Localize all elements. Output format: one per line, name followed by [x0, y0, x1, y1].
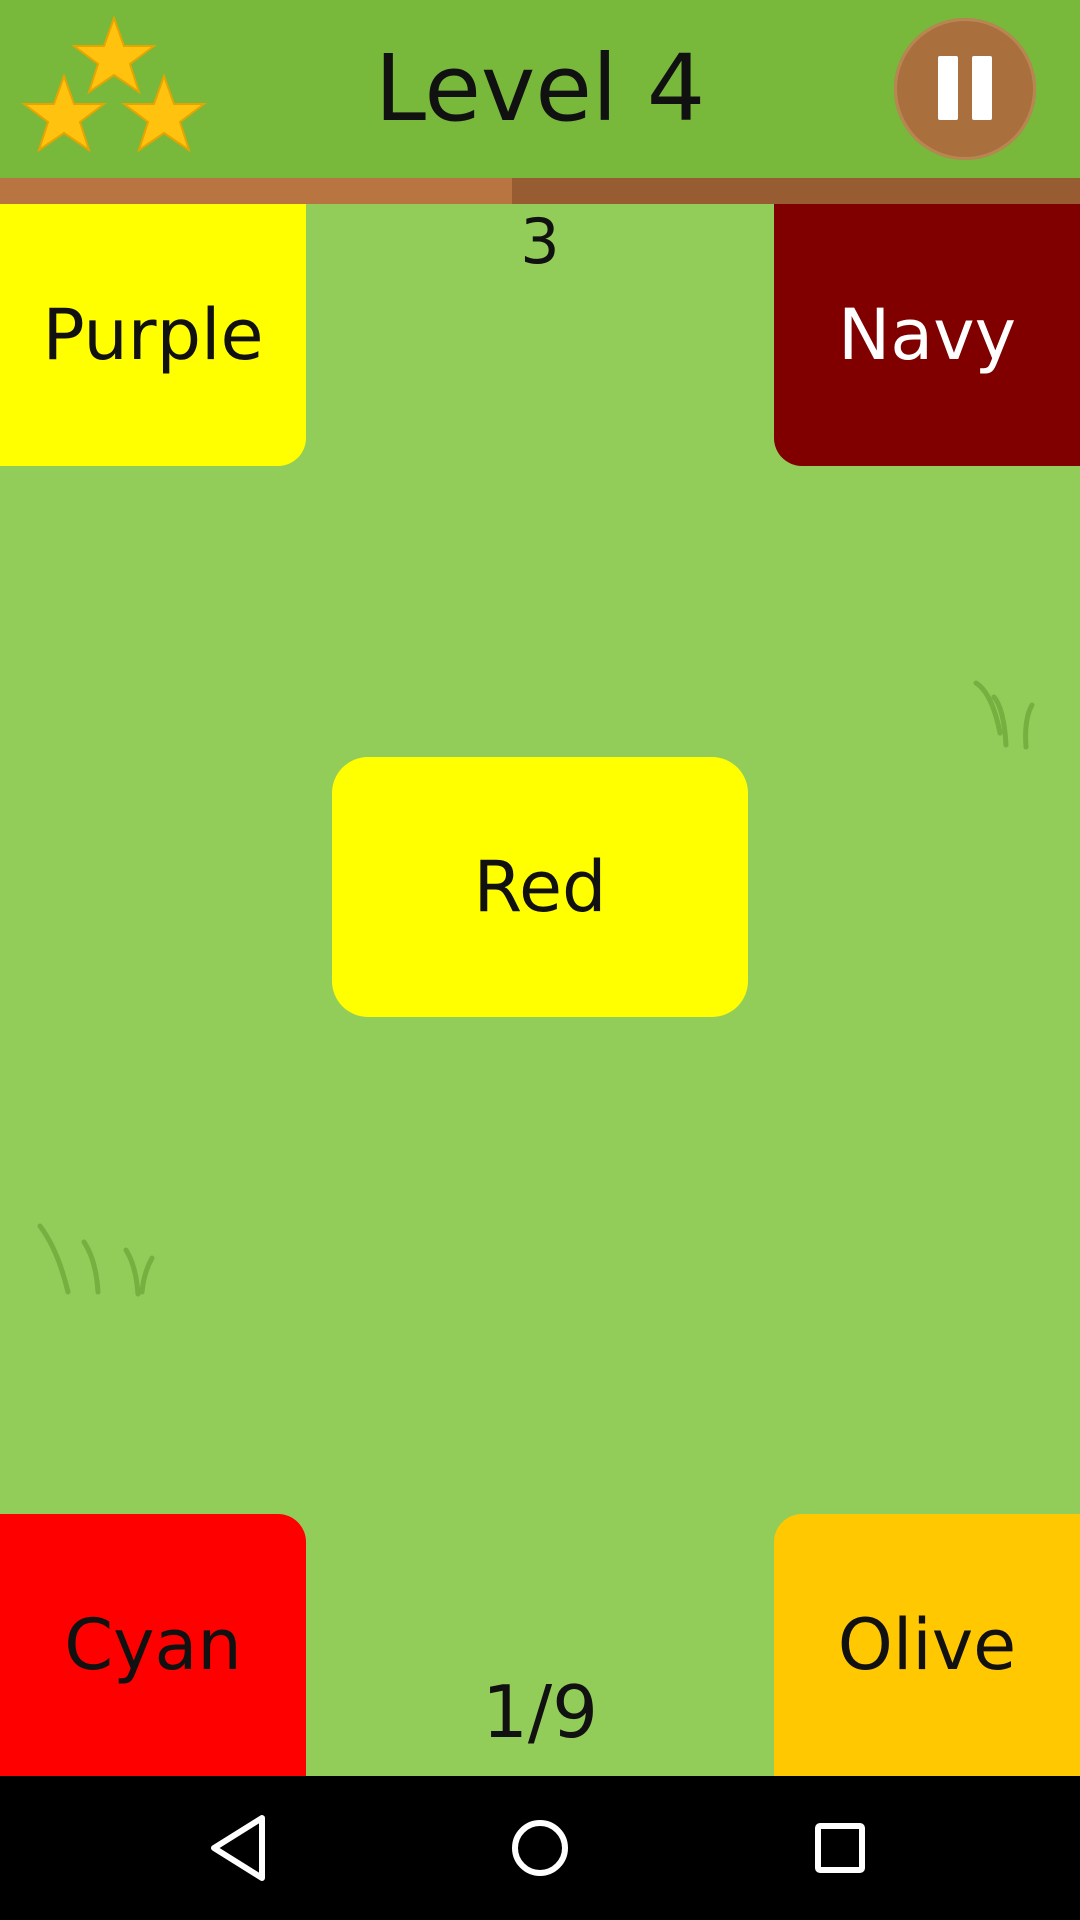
- back-triangle-icon[interactable]: [200, 1808, 280, 1888]
- center-word-card: Red: [332, 757, 748, 1017]
- option-label: Purple: [42, 294, 264, 376]
- pause-icon: [972, 56, 992, 120]
- grass-decoration: [37, 1223, 155, 1297]
- header-bar: Level 4: [0, 0, 1080, 178]
- color-option-top-left[interactable]: Purple: [0, 204, 306, 466]
- option-label: Cyan: [64, 1604, 242, 1686]
- timer-bar-fill: [0, 178, 512, 204]
- question-progress: 1/9: [482, 1670, 598, 1754]
- pause-button[interactable]: [894, 18, 1036, 160]
- score-counter: 3: [520, 205, 560, 278]
- recents-square-icon[interactable]: [800, 1808, 880, 1888]
- timer-bar: [0, 178, 1080, 204]
- color-option-bottom-left[interactable]: Cyan: [0, 1514, 306, 1776]
- pause-icon: [938, 56, 958, 120]
- option-label: Navy: [837, 294, 1017, 376]
- color-option-top-right[interactable]: Navy: [774, 204, 1080, 466]
- option-label: Olive: [837, 1604, 1017, 1686]
- home-circle-icon[interactable]: [500, 1808, 580, 1888]
- grass-decoration: [973, 680, 1035, 750]
- center-word-label: Red: [473, 846, 607, 928]
- color-option-bottom-right[interactable]: Olive: [774, 1514, 1080, 1776]
- android-nav-bar: [0, 1776, 1080, 1920]
